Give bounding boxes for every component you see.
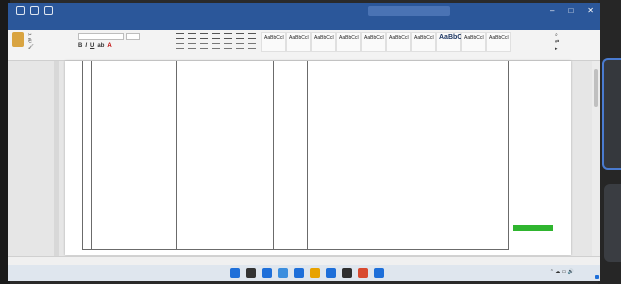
store-icon[interactable]	[342, 268, 352, 278]
highlighted-text	[513, 225, 553, 231]
save-icon[interactable]	[16, 6, 25, 15]
strikethrough-button[interactable]: ab	[97, 43, 104, 49]
side-window-thumbnail	[602, 58, 621, 170]
scrollbar-thumb[interactable]	[594, 69, 598, 107]
align-left-icon[interactable]	[176, 43, 184, 49]
word-icon[interactable]	[374, 268, 384, 278]
font-format-buttons: B I U ab A	[78, 43, 112, 49]
search-box[interactable]	[368, 6, 450, 16]
window-controls: – □ ✕	[550, 6, 594, 15]
styles-gallery: AaBbCcI AaBbCcI AaBbCcI AaBbCcI AaBbCcI …	[261, 32, 511, 52]
document-page[interactable]	[65, 61, 571, 255]
file-explorer-icon[interactable]	[310, 268, 320, 278]
status-bar	[8, 256, 600, 265]
chat-icon[interactable]	[294, 268, 304, 278]
style-heading-3[interactable]: AaBbCcI	[361, 32, 386, 52]
style-emphasis[interactable]: AaBbCcI	[486, 32, 511, 52]
ribbon-home: ✂ ⎘ 🖌 B I U ab A AaBbCcI AaBbCcI AaBbCcI…	[8, 30, 600, 61]
bold-button[interactable]: B	[78, 43, 82, 49]
paragraph-buttons	[176, 33, 256, 39]
style-heading-2[interactable]: AaBbCcI	[336, 32, 361, 52]
style-normal[interactable]: AaBbCcI	[261, 32, 286, 52]
task-view-icon[interactable]	[262, 268, 272, 278]
taskbar: ⌃ ☁ ▭ 🔊	[8, 265, 600, 281]
borders-icon[interactable]	[248, 43, 256, 49]
side-window-thumbnail-2	[604, 184, 621, 262]
bullets-icon[interactable]	[176, 33, 184, 39]
system-tray[interactable]: ⌃ ☁ ▭ 🔊	[550, 269, 574, 275]
decrease-indent-icon[interactable]	[212, 33, 220, 39]
increase-indent-icon[interactable]	[224, 33, 232, 39]
style-subtitle[interactable]: AaBbCcI	[461, 32, 486, 52]
justify-icon[interactable]	[212, 43, 220, 49]
sort-icon[interactable]	[236, 33, 244, 39]
find-icon[interactable]: ⌕	[555, 32, 559, 39]
edge-icon[interactable]	[326, 268, 336, 278]
table-border	[91, 61, 92, 249]
shading-icon[interactable]	[236, 43, 244, 49]
table-border	[508, 61, 509, 249]
quick-access-toolbar	[16, 6, 53, 15]
alignment-buttons	[176, 43, 256, 49]
underline-button[interactable]: U	[90, 43, 94, 49]
numbering-icon[interactable]	[188, 33, 196, 39]
taskbar-icons	[230, 268, 384, 278]
format-painter-icon[interactable]: 🖌	[28, 44, 34, 50]
vertical-ruler	[54, 61, 59, 265]
start-button-icon[interactable]	[230, 268, 240, 278]
style-no-spacing[interactable]: AaBbCcI	[286, 32, 311, 52]
table-border	[82, 61, 83, 249]
table-border	[273, 61, 274, 249]
italic-button[interactable]: I	[85, 43, 87, 49]
screen: – □ ✕ ✂ ⎘ 🖌 B I U ab A AaBbCcI AaBbCcI A…	[8, 3, 600, 281]
font-color-icon[interactable]: A	[107, 43, 111, 49]
select-icon[interactable]: ▸	[555, 46, 559, 53]
font-size-select[interactable]	[126, 33, 140, 40]
search-icon[interactable]	[246, 268, 256, 278]
show-marks-icon[interactable]	[248, 33, 256, 39]
ribbon-tabs	[8, 19, 600, 30]
multilevel-list-icon[interactable]	[200, 33, 208, 39]
align-right-icon[interactable]	[200, 43, 208, 49]
document-area	[8, 61, 600, 265]
widgets-icon[interactable]	[278, 268, 288, 278]
line-spacing-icon[interactable]	[224, 43, 232, 49]
table-cell-text[interactable]	[315, 75, 500, 79]
replace-icon[interactable]: ⇄	[555, 39, 559, 46]
table-border-bottom	[82, 249, 509, 250]
editing-group: ⌕ ⇄ ▸	[555, 32, 559, 53]
style-heading-4[interactable]: AaBbCcI	[386, 32, 411, 52]
style-heading-5[interactable]: AaBbCcI	[411, 32, 436, 52]
font-name-select[interactable]	[78, 33, 124, 40]
redo-icon[interactable]	[44, 6, 53, 15]
table-border	[176, 61, 177, 249]
title-bar: – □ ✕	[8, 3, 600, 19]
align-center-icon[interactable]	[188, 43, 196, 49]
clipboard-group: ✂ ⎘ 🖌	[28, 32, 34, 50]
style-title[interactable]: AaBbCc	[436, 32, 466, 52]
notification-icon[interactable]	[595, 275, 599, 279]
undo-icon[interactable]	[30, 6, 39, 15]
close-button[interactable]: ✕	[587, 6, 594, 15]
table-border	[307, 61, 308, 249]
minimize-button[interactable]: –	[550, 6, 554, 15]
office-icon[interactable]	[358, 268, 368, 278]
paste-icon[interactable]	[12, 32, 24, 47]
style-heading-1[interactable]: AaBbCcI	[311, 32, 336, 52]
maximize-button[interactable]: □	[568, 6, 573, 15]
